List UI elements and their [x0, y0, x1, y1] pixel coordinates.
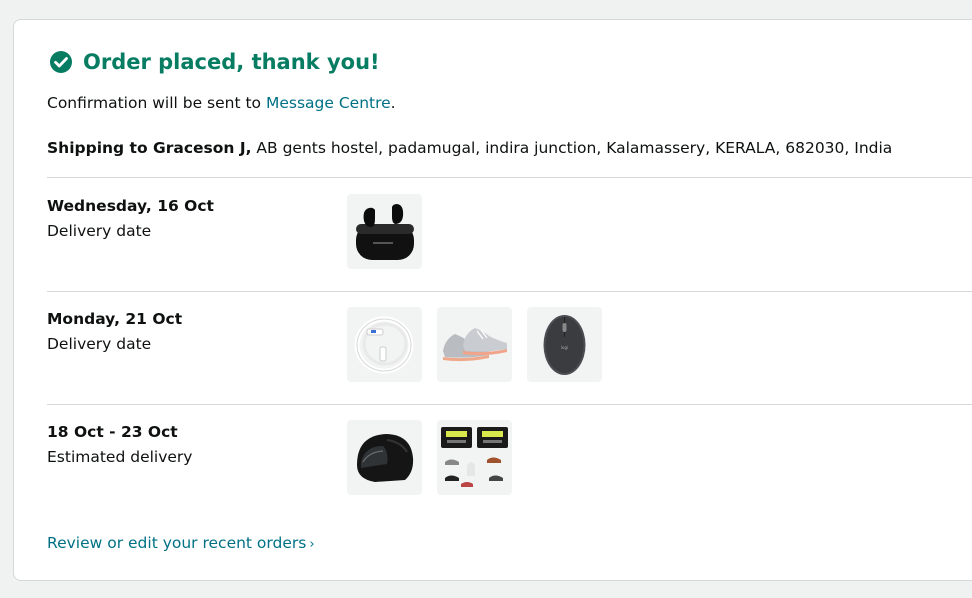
- confirmation-suffix: .: [390, 94, 396, 112]
- order-confirmation-card: Order placed, thank you! Confirmation wi…: [13, 19, 972, 581]
- product-thumbnails: logi: [347, 307, 602, 382]
- confirmation-prefix: Confirmation will be sent to: [47, 94, 266, 112]
- review-orders-link[interactable]: Review or edit your recent orders ›: [47, 534, 315, 552]
- mouse-icon[interactable]: logi: [527, 307, 602, 382]
- divider: [47, 177, 972, 178]
- message-centre-link[interactable]: Message Centre: [266, 94, 391, 112]
- divider: [47, 291, 972, 292]
- cable-icon[interactable]: [347, 307, 422, 382]
- delivery-date: Wednesday, 16 Oct: [47, 197, 214, 215]
- chevron-right-icon: ›: [309, 537, 315, 552]
- shipping-address: Shipping to Graceson J, AB gents hostel,…: [47, 139, 892, 157]
- delivery-label: Delivery date: [47, 335, 152, 353]
- review-orders-label: Review or edit your recent orders: [47, 534, 307, 552]
- product-thumbnails: [347, 194, 422, 269]
- confirmation-text: Confirmation will be sent to Message Cen…: [47, 94, 396, 112]
- check-circle-icon: [49, 50, 73, 74]
- delivery-label: Estimated delivery: [47, 448, 193, 466]
- delivery-group: Monday, 21 Oct Delivery date logi: [47, 307, 972, 383]
- delivery-date: 18 Oct - 23 Oct: [47, 423, 178, 441]
- shoe-icon[interactable]: [437, 307, 512, 382]
- order-placed-header: Order placed, thank you!: [49, 50, 380, 74]
- earbuds-icon[interactable]: [347, 194, 422, 269]
- svg-text:logi: logi: [561, 345, 568, 350]
- delivery-group: Wednesday, 16 Oct Delivery date: [47, 194, 972, 270]
- helmet-icon[interactable]: [347, 420, 422, 495]
- shipping-address-text: AB gents hostel, padamugal, indira junct…: [251, 139, 893, 157]
- shipping-label: Shipping to Graceson J,: [47, 139, 252, 157]
- delivery-group: 18 Oct - 23 Oct Estimated delivery: [47, 420, 972, 496]
- delivery-label: Delivery date: [47, 222, 152, 240]
- delivery-date: Monday, 21 Oct: [47, 310, 183, 328]
- page-title: Order placed, thank you!: [83, 50, 380, 74]
- shoe-cleaner-icon[interactable]: [437, 420, 512, 495]
- product-thumbnails: [347, 420, 512, 495]
- divider: [47, 404, 972, 405]
